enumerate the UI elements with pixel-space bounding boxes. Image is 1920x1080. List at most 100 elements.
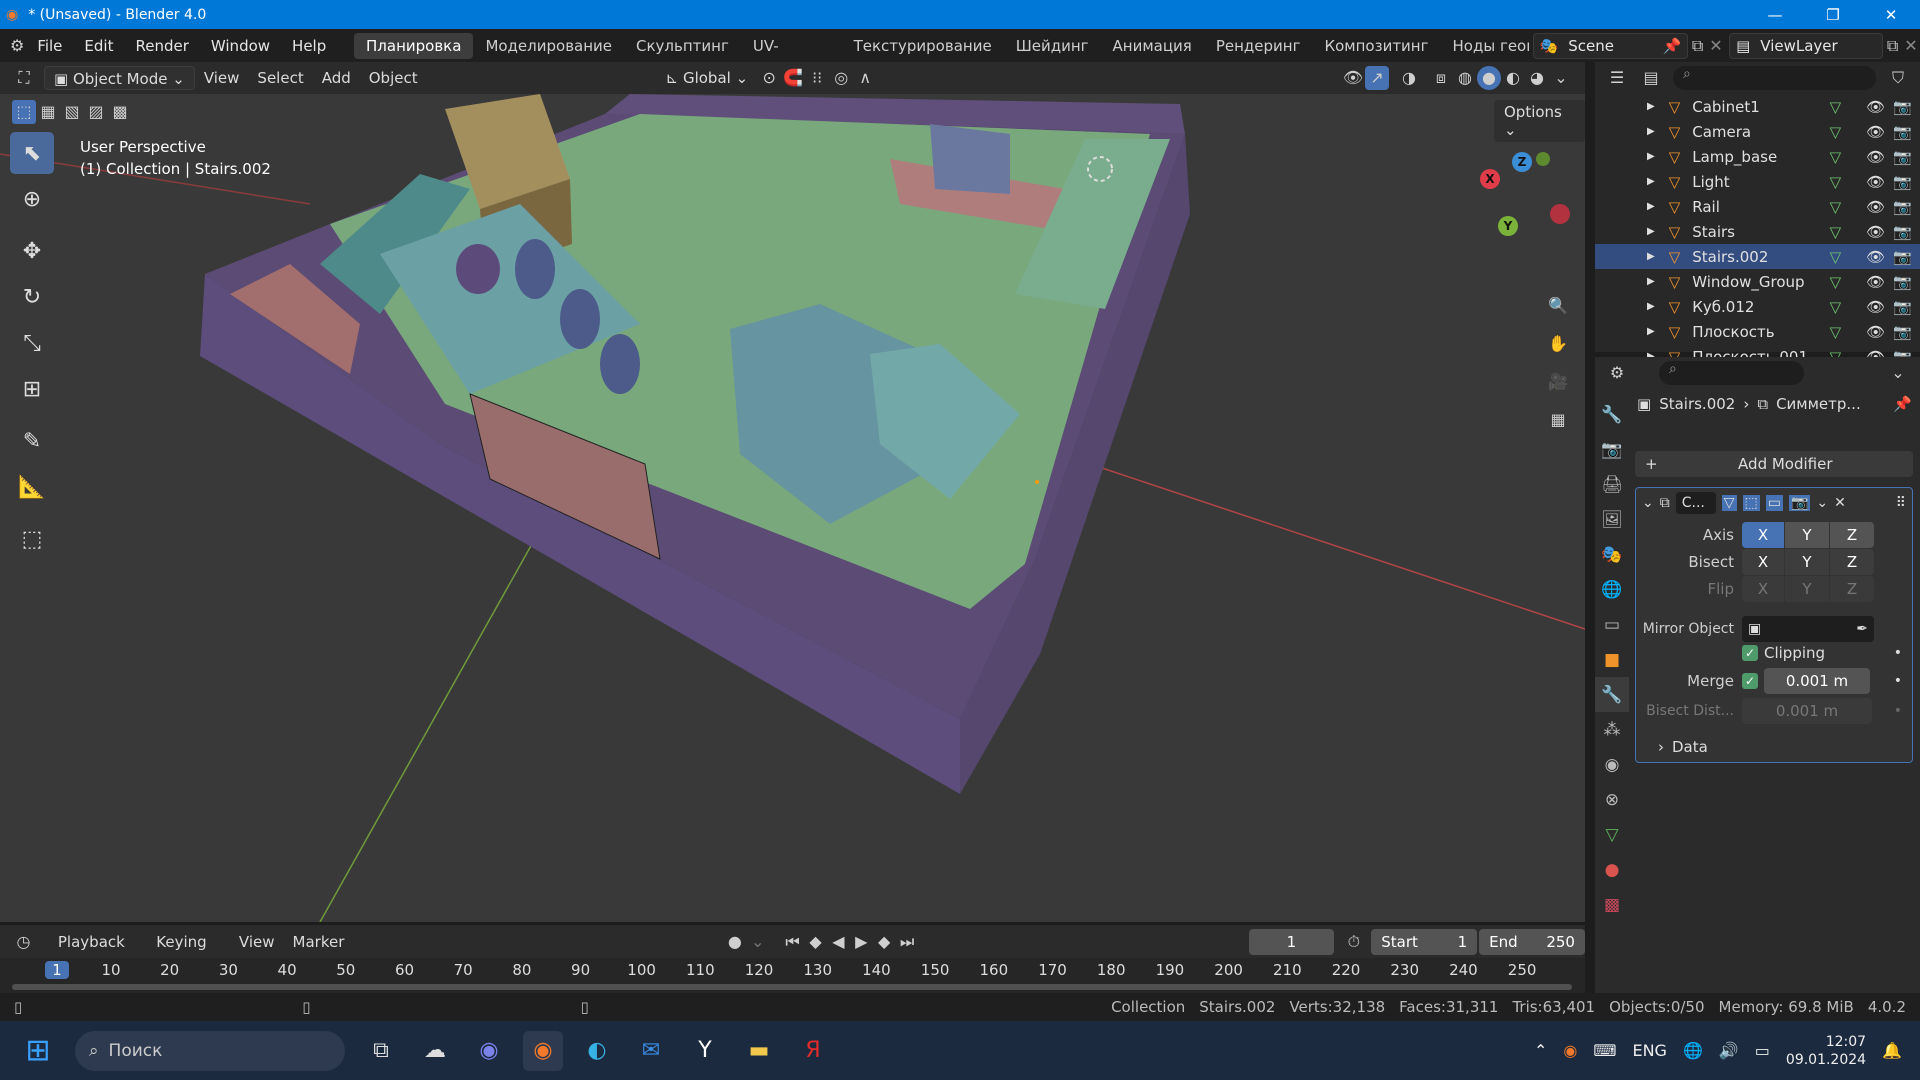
visibility-eye-icon[interactable]: 👁 <box>1866 248 1885 266</box>
current-frame-field[interactable]: 1 <box>1248 928 1335 955</box>
gizmo-z-axis[interactable]: Z <box>1512 152 1532 172</box>
tab-texture-paint[interactable]: Текстурирование <box>842 33 1004 59</box>
modifier-tab-icon[interactable]: 🔧 <box>1595 677 1629 712</box>
jump-end-icon[interactable]: ⏭ <box>896 930 919 954</box>
dropdown-icon[interactable]: ⌄ <box>1816 495 1828 511</box>
merge-distance-field[interactable]: 0.001 m <box>1764 668 1870 694</box>
visibility-eye-icon[interactable]: 👁 <box>1866 173 1885 191</box>
3d-viewport[interactable]: User Perspective (1) Collection | Stairs… <box>0 94 1585 922</box>
cage-icon[interactable]: ⬚ <box>1742 495 1760 511</box>
record-icon[interactable]: ● <box>723 930 746 954</box>
flip-y-toggle[interactable]: Y <box>1785 576 1829 602</box>
outliner-item[interactable]: ▶ ▽ Stairs.002 ▽ 👁 📷 <box>1595 244 1920 269</box>
gizmo-toggle-icon[interactable]: ↗ <box>1365 66 1389 90</box>
scene-tab-icon[interactable]: 🎭 <box>1595 537 1629 572</box>
outliner-item[interactable]: ▶ ▽ Camera ▽ 👁 📷 <box>1595 119 1920 144</box>
tray-app-icon[interactable]: ◉ <box>1563 1041 1577 1060</box>
viewport-toggle-icon[interactable]: ▭ <box>1765 495 1783 511</box>
menu-file[interactable]: File <box>26 37 73 55</box>
shading-options-icon[interactable]: ⌄ <box>1549 66 1573 90</box>
render-camera-icon[interactable]: 📷 <box>1893 123 1912 141</box>
keyframe-dot-icon[interactable]: • <box>1894 703 1902 719</box>
zoom-icon[interactable]: 🔍 <box>1543 294 1573 324</box>
modifier-name-field[interactable]: C... <box>1675 492 1716 514</box>
blender-taskbar-icon[interactable]: ◉ <box>523 1030 563 1071</box>
battery-icon[interactable]: ▭ <box>1755 1041 1770 1060</box>
orientation-dropdown[interactable]: ⊾ Global ⌄ <box>657 66 758 90</box>
render-camera-icon[interactable]: 📷 <box>1893 298 1912 316</box>
snap-target-icon[interactable]: ⁝⁝ <box>805 66 829 90</box>
render-tab-icon[interactable]: 📷 <box>1595 432 1629 467</box>
select-invert-icon[interactable]: ▨ <box>84 100 108 124</box>
rotate-tool-icon[interactable]: ↻ <box>10 276 54 318</box>
menu-window[interactable]: Window <box>200 37 281 55</box>
material-shading-icon[interactable]: ◐ <box>1501 66 1525 90</box>
axis-x-toggle[interactable]: X <box>1742 522 1784 548</box>
timeline-view-menu[interactable]: View <box>230 930 284 954</box>
select-extend-icon[interactable]: ▦ <box>36 100 60 124</box>
tab-modeling[interactable]: Моделирование <box>473 33 624 59</box>
yandex-browser-icon[interactable]: Y <box>685 1031 725 1071</box>
view-layer-tab-icon[interactable]: 🖼 <box>1595 502 1629 537</box>
stopwatch-icon[interactable]: ⏱ <box>1342 930 1365 954</box>
outliner-item[interactable]: ▶ ▽ Stairs ▽ 👁 📷 <box>1595 219 1920 244</box>
menu-select[interactable]: Select <box>248 66 312 90</box>
data-tab-icon[interactable]: ▽ <box>1595 817 1629 852</box>
pivot-icon[interactable]: ⊙ <box>757 66 781 90</box>
properties-editor-icon[interactable]: ⚙ <box>1605 361 1629 385</box>
next-keyframe-icon[interactable]: ◆ <box>873 930 896 954</box>
render-camera-icon[interactable]: 📷 <box>1893 198 1912 216</box>
outliner-item[interactable]: ▶ ▽ Rail ▽ 👁 📷 <box>1595 194 1920 219</box>
yandex-icon[interactable]: Я <box>793 1031 833 1071</box>
axis-z-toggle[interactable]: Z <box>1830 522 1874 548</box>
start-frame-field[interactable]: Start 1 <box>1371 928 1478 955</box>
menu-add[interactable]: Add <box>313 66 360 90</box>
expand-arrow-icon[interactable]: ▶ <box>1647 101 1655 112</box>
scene-selector[interactable]: 🎭 Scene 📌 <box>1532 32 1689 59</box>
tab-compositing[interactable]: Композитинг <box>1312 33 1440 59</box>
visibility-eye-icon[interactable]: 👁 <box>1866 223 1885 241</box>
expand-arrow-icon[interactable]: ▶ <box>1647 251 1655 262</box>
cursor-tool-icon[interactable]: ⊕ <box>10 178 54 220</box>
bisect-y-toggle[interactable]: Y <box>1785 549 1829 575</box>
taskbar-search[interactable]: ⌕ Поиск <box>75 1030 345 1071</box>
gizmo-neg-x[interactable] <box>1550 204 1570 224</box>
axis-y-toggle[interactable]: Y <box>1785 522 1829 548</box>
add-cube-tool-icon[interactable]: ⬚ <box>10 518 54 560</box>
expand-arrow-icon[interactable]: ▶ <box>1647 326 1655 337</box>
menu-help[interactable]: Help <box>281 37 337 55</box>
new-view-layer-icon[interactable]: ⧉ <box>1883 34 1901 58</box>
language-indicator[interactable]: ENG <box>1632 1041 1666 1060</box>
collection-tab-icon[interactable]: ▭ <box>1595 607 1629 642</box>
play-reverse-icon[interactable]: ◀ <box>827 930 850 954</box>
scene-render[interactable] <box>0 94 1585 922</box>
playback-menu[interactable]: Playback ⌄ <box>49 930 147 975</box>
outliner-item[interactable]: ▶ ▽ Куб.012 ▽ 👁 📷 <box>1595 294 1920 319</box>
visibility-eye-icon[interactable]: 👁 <box>1866 198 1885 216</box>
properties-search[interactable]: ⌕ <box>1659 361 1804 385</box>
outliner-editor-icon[interactable]: ☰ <box>1605 66 1629 90</box>
select-intersect-icon[interactable]: ▩ <box>108 100 132 124</box>
weather-widget-icon[interactable]: ☁ <box>415 1031 455 1071</box>
expand-arrow-icon[interactable]: ▶ <box>1647 151 1655 162</box>
pin-icon[interactable]: 📌 <box>1893 395 1912 413</box>
render-camera-icon[interactable]: 📷 <box>1893 323 1912 341</box>
task-view-icon[interactable]: ⧉ <box>361 1031 401 1071</box>
merge-checkbox[interactable]: ✓ <box>1742 673 1758 689</box>
start-button-icon[interactable]: ⊞ <box>18 1031 58 1071</box>
transform-tool-icon[interactable]: ⊞ <box>10 368 54 410</box>
record-options-icon[interactable]: ⌄ <box>746 930 769 954</box>
volume-icon[interactable]: 🔊 <box>1719 1041 1739 1060</box>
overlay-icon[interactable]: ◑ <box>1397 66 1421 90</box>
expand-arrow-icon[interactable]: ▶ <box>1647 226 1655 237</box>
view-layer-selector[interactable]: ▤ ViewLayer <box>1729 32 1884 59</box>
new-scene-icon[interactable]: ⧉ <box>1688 34 1706 58</box>
particles-tab-icon[interactable]: ⁂ <box>1595 712 1629 747</box>
tab-animation[interactable]: Анимация <box>1101 33 1204 59</box>
proportional-edit-icon[interactable]: ◎ <box>829 66 853 90</box>
world-tab-icon[interactable]: 🌐 <box>1595 572 1629 607</box>
clock[interactable]: 12:07 09.01.2024 <box>1786 1033 1866 1069</box>
render-toggle-icon[interactable]: 📷 <box>1788 495 1811 511</box>
navigation-gizmo[interactable]: X Z Y <box>1470 144 1580 254</box>
gizmo-neg-y[interactable] <box>1536 152 1550 166</box>
